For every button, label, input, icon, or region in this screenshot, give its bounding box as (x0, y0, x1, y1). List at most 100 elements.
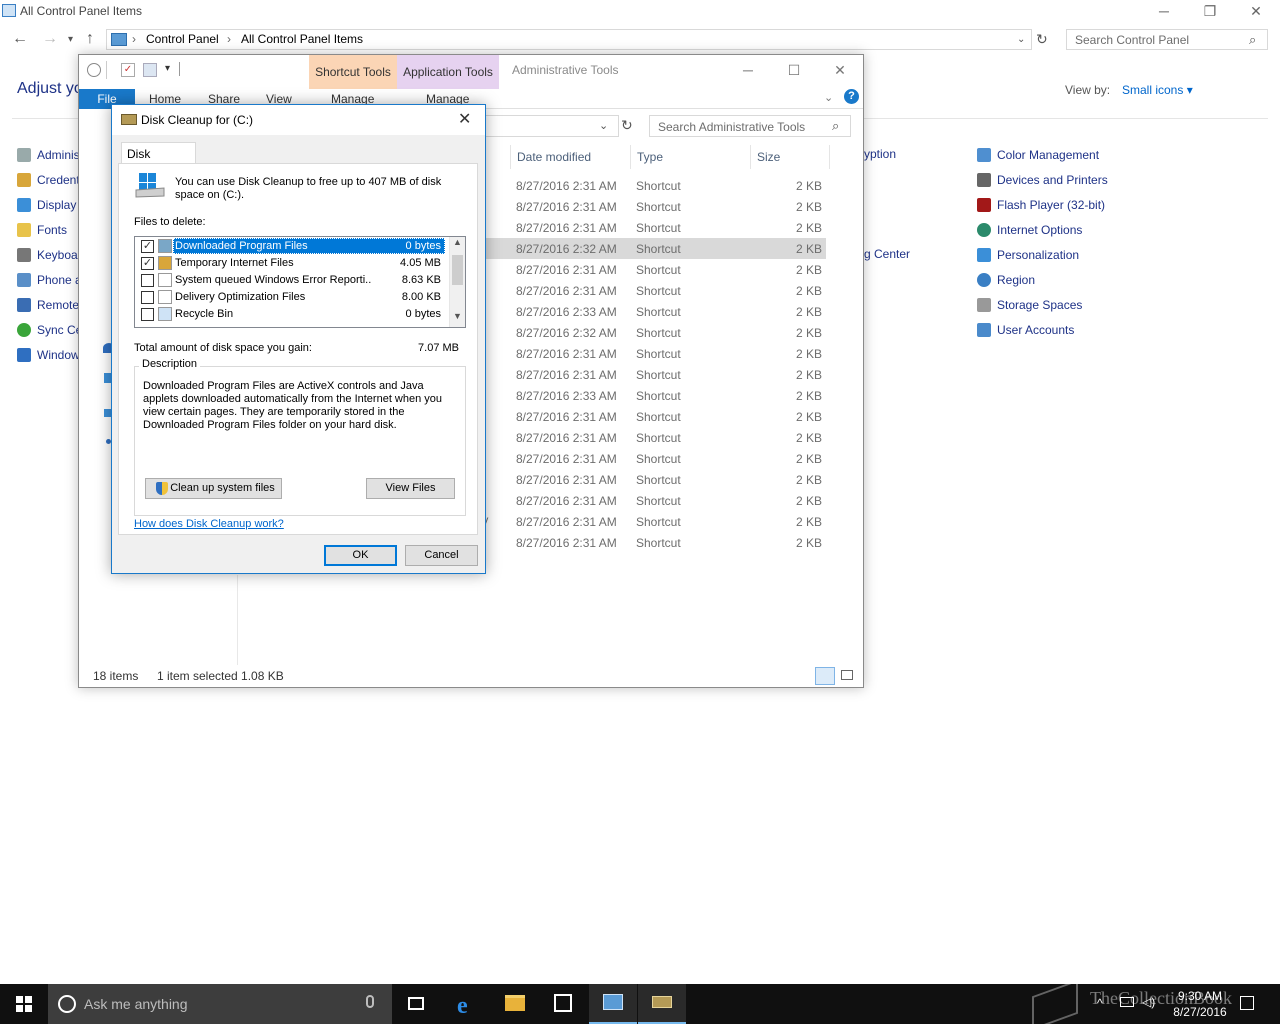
table-row[interactable]: 8/27/2016 2:31 AM Shortcut 2 KB (484, 469, 826, 490)
up-arrow-icon[interactable]: ↑ (86, 30, 94, 48)
breadcrumb-all-items[interactable]: All Control Panel Items (241, 32, 363, 46)
cp-item-network-center-fragment[interactable]: g Center (864, 247, 910, 265)
dialog-close-icon[interactable]: ✕ (458, 109, 471, 129)
scroll-thumb[interactable] (452, 255, 463, 285)
breadcrumb-control-panel[interactable]: Control Panel (146, 32, 219, 46)
cp-item-windows-firewall[interactable]: Window (17, 347, 80, 365)
maximize-button[interactable]: ☐ (771, 59, 817, 83)
recent-locations-icon[interactable]: ▾ (68, 34, 73, 45)
close-button[interactable]: ✕ (1233, 0, 1279, 24)
minimize-button[interactable]: ─ (725, 59, 771, 83)
view-files-button[interactable]: View Files (366, 478, 455, 499)
table-row[interactable]: 8/27/2016 2:31 AM Shortcut 2 KB (484, 406, 826, 427)
cp-item-fonts[interactable]: Fonts (17, 222, 67, 240)
cp-item-credential-manager[interactable]: Credent (17, 172, 80, 190)
cp-item-encryption-fragment[interactable]: yption (864, 147, 896, 165)
table-row[interactable]: 8/27/2016 2:31 AM Shortcut 2 KB (484, 490, 826, 511)
clean-up-system-files-button[interactable]: Clean up system files (145, 478, 282, 499)
table-row[interactable]: 8/27/2016 2:31 AM Shortcut 2 KB (484, 448, 826, 469)
forward-arrow-icon[interactable]: → (42, 30, 58, 48)
file-checkbox[interactable]: ✓ (141, 257, 154, 270)
address-dropdown-icon[interactable]: ⌄ (599, 119, 608, 132)
table-row[interactable]: 8/27/2016 2:31 AM Shortcut 2 KB (484, 196, 826, 217)
explorer-address-bar[interactable]: ⌄ (479, 115, 619, 137)
table-row[interactable]: 8/27/2016 2:31 AM Shortcut 2 KB (484, 427, 826, 448)
column-type[interactable]: Type (637, 150, 663, 164)
cp-item-keyboard[interactable]: Keyboa (17, 247, 78, 265)
address-bar[interactable]: › Control Panel › All Control Panel Item… (106, 29, 1032, 50)
column-size[interactable]: Size (757, 150, 780, 164)
ok-button[interactable]: OK (324, 545, 397, 566)
cp-item-remoteapp[interactable]: Remote (17, 297, 79, 315)
table-row[interactable]: 8/27/2016 2:31 AM Shortcut 2 KB (484, 364, 826, 385)
address-dropdown-icon[interactable]: ⌄ (1017, 34, 1025, 45)
application-tools-tab[interactable]: Application Tools (397, 55, 499, 89)
scroll-down-icon[interactable]: ▼ (450, 311, 465, 327)
minimize-button[interactable]: ─ (1141, 0, 1187, 24)
cp-item-display[interactable]: Display (17, 197, 76, 215)
show-hidden-icons-icon[interactable]: ^ (1097, 996, 1103, 1010)
view-by-dropdown[interactable]: Small icons ▾ (1122, 83, 1193, 97)
cp-item-flash-player[interactable]: Flash Player (32-bit) (977, 197, 1105, 215)
search-admin-tools-input[interactable]: Search Administrative Tools ⌕ (649, 115, 851, 137)
list-item[interactable]: System queued Windows Error Reporti... 8.… (135, 272, 451, 289)
cp-item-internet-options[interactable]: Internet Options (977, 222, 1082, 240)
cp-item-administrative-tools[interactable]: Adminis (17, 147, 80, 165)
table-row[interactable]: 8/27/2016 2:31 AM Shortcut 2 KB (484, 511, 826, 532)
help-icon[interactable]: ? (844, 89, 859, 104)
tab-disk-cleanup[interactable]: Disk Cleanup (121, 142, 196, 175)
back-arrow-icon[interactable]: ← (12, 30, 28, 48)
file-checkbox[interactable]: ✓ (141, 240, 154, 253)
microphone-icon[interactable] (366, 995, 374, 1008)
cp-item-personalization[interactable]: Personalization (977, 247, 1079, 265)
table-row[interactable]: 8/27/2016 2:31 AM Shortcut 2 KB (484, 217, 826, 238)
file-explorer-taskbar-button[interactable] (491, 984, 539, 1024)
cp-item-phone-and-modem[interactable]: Phone a (17, 272, 82, 290)
files-to-delete-list[interactable]: ✓ Downloaded Program Files 0 bytes ✓ Tempora… (134, 236, 466, 328)
cp-item-sync-center[interactable]: Sync Ce (17, 322, 82, 340)
properties-icon[interactable] (87, 63, 101, 77)
store-taskbar-button[interactable] (539, 984, 587, 1024)
table-row[interactable]: 8/27/2016 2:31 AM Shortcut 2 KB (484, 259, 826, 280)
list-item[interactable]: Delivery Optimization Files 8.00 KB (135, 289, 451, 306)
control-panel-taskbar-button[interactable] (589, 984, 637, 1024)
list-item[interactable]: ✓ Temporary Internet Files 4.05 MB (135, 255, 451, 272)
edge-taskbar-button[interactable]: e (443, 984, 491, 1024)
table-row[interactable]: 8/27/2016 2:33 AM Shortcut 2 KB (484, 301, 826, 322)
action-center-icon[interactable] (1240, 996, 1254, 1010)
checkmark-icon[interactable]: ✓ (121, 63, 135, 77)
qat-dropdown-icon[interactable]: ▾ (165, 63, 170, 74)
scroll-up-icon[interactable]: ▲ (450, 237, 465, 253)
cp-item-devices-and-printers[interactable]: Devices and Printers (977, 172, 1108, 190)
network-tray-icon[interactable] (1120, 997, 1134, 1007)
file-checkbox[interactable] (141, 291, 154, 304)
task-view-button[interactable] (392, 984, 440, 1024)
search-control-panel-input[interactable]: Search Control Panel ⌕ (1066, 29, 1268, 50)
clock[interactable]: 9:30 AM 8/27/2016 (1160, 988, 1240, 1020)
expand-ribbon-icon[interactable]: ⌄ (824, 91, 833, 104)
refresh-icon[interactable]: ↻ (621, 117, 633, 134)
cp-item-storage-spaces[interactable]: Storage Spaces (977, 297, 1082, 315)
how-disk-cleanup-works-link[interactable]: How does Disk Cleanup work? (134, 518, 284, 530)
restore-button[interactable]: ❐ (1187, 0, 1233, 24)
table-row[interactable]: 8/27/2016 2:31 AM Shortcut 2 KB (484, 343, 826, 364)
volume-icon[interactable]: ◁) (1142, 995, 1155, 1009)
cortana-search-box[interactable]: Ask me anything (48, 984, 392, 1024)
table-row[interactable]: 8/27/2016 2:32 AM Shortcut 2 KB (484, 238, 826, 259)
file-checkbox[interactable] (141, 274, 154, 287)
list-item[interactable]: Recycle Bin 0 bytes (135, 306, 451, 323)
table-row[interactable]: 8/27/2016 2:31 AM Shortcut 2 KB (484, 175, 826, 196)
table-row[interactable]: 8/27/2016 2:32 AM Shortcut 2 KB (484, 322, 826, 343)
table-row[interactable]: 8/27/2016 2:31 AM Shortcut 2 KB (484, 532, 826, 553)
shortcut-tools-tab[interactable]: Shortcut Tools (309, 55, 397, 89)
table-row[interactable]: 8/27/2016 2:31 AM Shortcut 2 KB (484, 280, 826, 301)
column-date-modified[interactable]: Date modified (517, 150, 591, 164)
new-folder-icon[interactable] (143, 63, 157, 77)
list-item[interactable]: ✓ Downloaded Program Files 0 bytes (135, 238, 451, 255)
refresh-icon[interactable]: ↻ (1036, 31, 1048, 48)
file-checkbox[interactable] (141, 308, 154, 321)
cp-item-region[interactable]: Region (977, 272, 1035, 290)
cp-item-color-management[interactable]: Color Management (977, 147, 1099, 165)
table-row[interactable]: 8/27/2016 2:33 AM Shortcut 2 KB (484, 385, 826, 406)
cp-item-user-accounts[interactable]: User Accounts (977, 322, 1074, 340)
